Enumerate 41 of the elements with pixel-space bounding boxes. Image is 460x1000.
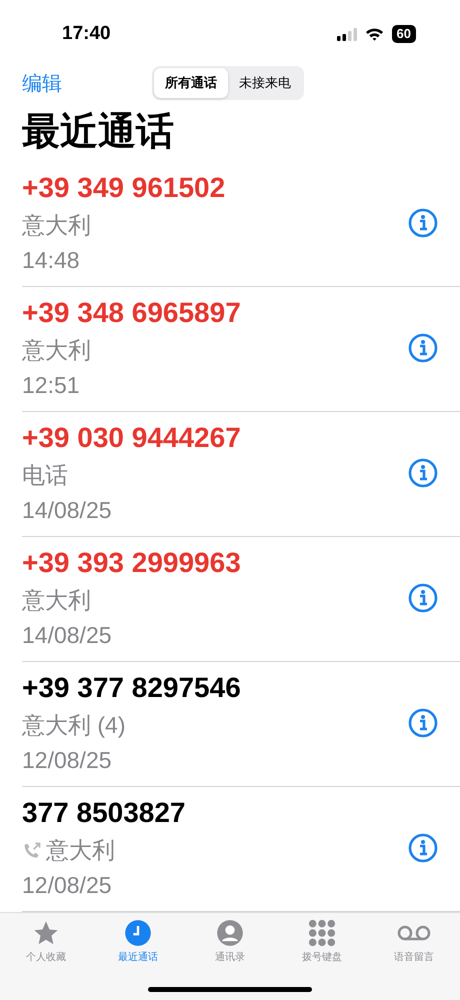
tab-label[interactable]: 拨号键盘 bbox=[302, 950, 342, 964]
call-time: 14/08/25 bbox=[22, 622, 113, 649]
call-label: 意大利 bbox=[22, 211, 91, 240]
battery-level: 60 bbox=[392, 25, 416, 43]
tab-label[interactable]: 通讯录 bbox=[215, 950, 245, 964]
star-icon bbox=[32, 919, 60, 947]
clock-icon bbox=[124, 919, 152, 947]
phone-number[interactable]: +39 349 961502 bbox=[22, 172, 408, 204]
call-label: 意大利 bbox=[46, 836, 115, 865]
call-time: 12:51 bbox=[22, 372, 81, 399]
info-icon[interactable] bbox=[408, 708, 438, 738]
phone-number[interactable]: 377 8503827 bbox=[22, 797, 408, 829]
tab-label[interactable]: 语音留言 bbox=[394, 950, 434, 964]
phone-number[interactable]: +39 393 2999963 bbox=[22, 547, 408, 579]
call-time: 12/08/25 bbox=[22, 747, 113, 774]
segment-tab[interactable]: 所有通话 bbox=[154, 68, 228, 98]
info-icon[interactable] bbox=[408, 583, 438, 613]
call-time: 14:48 bbox=[22, 247, 81, 274]
segment-tab[interactable]: 未接来电 bbox=[228, 68, 302, 98]
edit-link[interactable]: 编辑 bbox=[22, 70, 152, 96]
signal-icon bbox=[336, 28, 357, 40]
info-icon[interactable] bbox=[408, 333, 438, 363]
call-label: 意大利 bbox=[22, 586, 91, 615]
phone-number[interactable]: +39 377 8297546 bbox=[22, 672, 408, 704]
call-time: 14/08/25 bbox=[22, 497, 113, 524]
keypad-icon bbox=[308, 919, 336, 947]
person-icon bbox=[216, 919, 244, 947]
wifi-icon bbox=[364, 27, 384, 41]
call-label: 电话 bbox=[22, 461, 68, 490]
tab-label[interactable]: 个人收藏 bbox=[26, 950, 66, 964]
phone-number[interactable]: +39 348 6965897 bbox=[22, 297, 408, 329]
page-title: 最近通话 bbox=[22, 110, 175, 155]
status-time: 17:40 bbox=[62, 23, 111, 45]
info-icon[interactable] bbox=[408, 833, 438, 863]
tab-label[interactable]: 最近通话 bbox=[118, 950, 158, 964]
call-label: 意大利 bbox=[22, 336, 91, 365]
info-icon[interactable] bbox=[408, 208, 438, 238]
info-icon[interactable] bbox=[408, 458, 438, 488]
call-label: 意大利 (4) bbox=[22, 711, 126, 740]
call-time: 12/08/25 bbox=[22, 872, 113, 899]
phone-number[interactable]: +39 030 9444267 bbox=[22, 422, 408, 454]
